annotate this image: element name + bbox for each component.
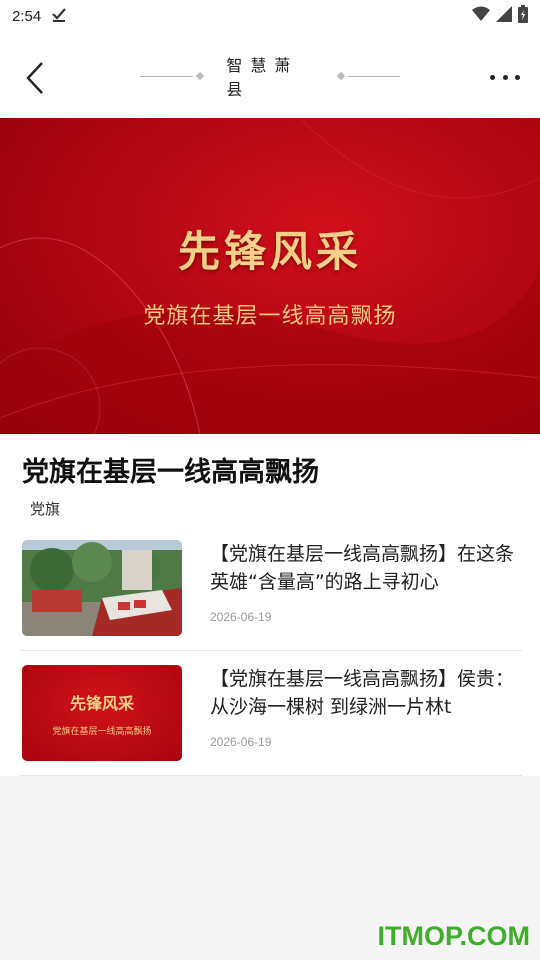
article-title: 【党旗在基层一线高高飘扬】在这条英雄“含量高”的路上寻初心: [210, 543, 515, 593]
article-date: 2026-06-19: [210, 610, 272, 624]
banner-title: 先锋风采: [177, 227, 362, 276]
divider: [20, 775, 522, 776]
section-tag: 党旗: [30, 500, 61, 518]
list-item[interactable]: 【党旗在基层一线高高飘扬】在这条英雄“含量高”的路上寻初心 2026-06-19: [0, 526, 540, 650]
page-title: 智慧萧县: [226, 56, 299, 99]
article-thumbnail: [22, 540, 182, 636]
dot-icon: [490, 74, 495, 80]
status-time: 2:54: [12, 7, 42, 25]
article-date: 2026-06-19: [210, 735, 272, 749]
diamond-icon: [336, 71, 345, 81]
wifi-icon: [472, 6, 490, 27]
title-decoration-left: [140, 75, 193, 77]
more-options-button[interactable]: [490, 70, 520, 84]
article-title: 【党旗在基层一线高高飘扬】侯贵：从沙海一棵树 到绿洲一片林t: [210, 668, 515, 718]
nav-title-group: 智慧萧县: [140, 56, 400, 99]
section-title: 党旗在基层一线高高飘扬: [22, 457, 319, 488]
nav-bar: 智慧萧县: [0, 32, 540, 118]
title-decoration-right: [347, 75, 400, 77]
banner-subtitle: 党旗在基层一线高高飘扬: [143, 304, 397, 329]
article-thumbnail: 先锋风采 党旗在基层一线高高飘扬: [22, 665, 182, 761]
status-bar: 2:54: [0, 0, 540, 32]
article-list-section: 党旗在基层一线高高飘扬 党旗 【党旗在基层一线高高飘扬】在这条英雄“含量高”的路…: [0, 434, 540, 776]
topic-banner: 先锋风采 党旗在基层一线高高飘扬: [0, 118, 540, 434]
dot-icon: [502, 74, 508, 80]
diamond-icon: [195, 71, 204, 81]
list-item[interactable]: 先锋风采 党旗在基层一线高高飘扬 【党旗在基层一线高高飘扬】侯贵：从沙海一棵树 …: [0, 651, 540, 775]
download-done-icon: [51, 6, 67, 27]
chevron-left-icon: [26, 62, 43, 94]
watermark: ITMOP.COM: [377, 921, 530, 951]
thumbnail-title: 先锋风采: [69, 693, 134, 713]
battery-icon: [518, 4, 528, 28]
dot-icon: [515, 74, 520, 80]
back-button[interactable]: [22, 60, 52, 96]
thumbnail-subtitle: 党旗在基层一线高高飘扬: [52, 726, 152, 737]
signal-icon: [496, 5, 512, 27]
